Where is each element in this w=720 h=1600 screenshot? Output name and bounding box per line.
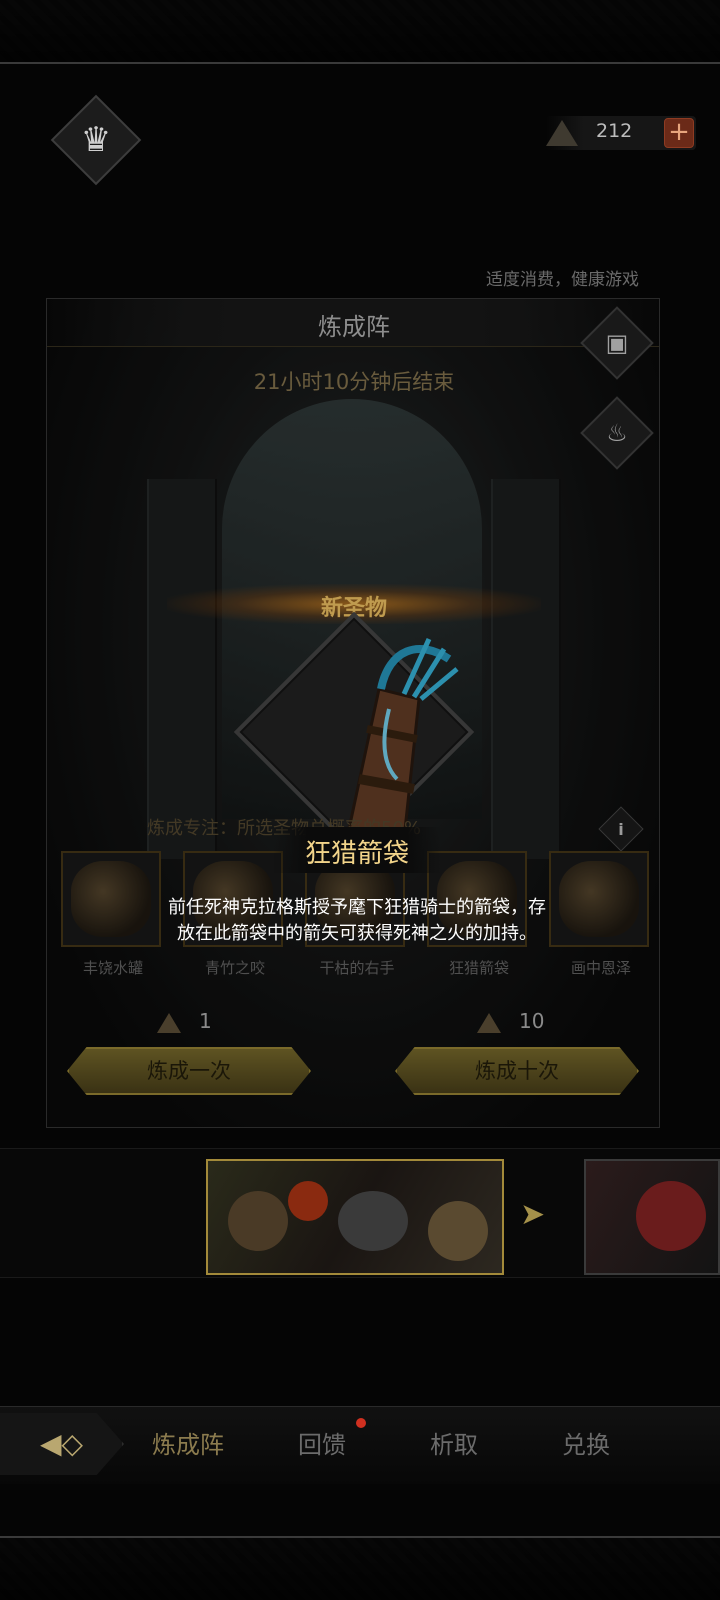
ten-cost-value: 10 (519, 1009, 545, 1033)
chest-icon: ▣ (605, 329, 629, 357)
crown-icon: ♛ (80, 120, 112, 160)
gem-icon (477, 1012, 501, 1033)
chevron-right-icon[interactable]: ➤ (520, 1197, 545, 1232)
banner-current[interactable] (206, 1159, 504, 1275)
gem-icon (157, 1012, 181, 1033)
panel-title-bar: 炼成阵 (47, 299, 659, 347)
featured-relic-name-plate: 狂猎箭袋 (273, 827, 441, 873)
banner-art (636, 1181, 706, 1251)
top-frame (0, 0, 720, 64)
cauldron-icon: ♨ (606, 419, 628, 447)
back-button[interactable]: ◀◇ (0, 1413, 124, 1475)
currency-display: 212 + (546, 116, 696, 150)
crafting-panel: 炼成阵 21小时10分钟后结束 ▣ ♨ 新圣物 炼成专注：所选圣物总概率的50%… (46, 298, 660, 1128)
banner-art (288, 1181, 328, 1221)
info-button[interactable]: i (598, 806, 644, 852)
back-arrow-icon: ◀◇ (40, 1427, 84, 1460)
relic-name: 丰饶水罐 (82, 959, 143, 977)
crown-button[interactable]: ♛ (50, 94, 142, 186)
relic-name: 狂猎箭袋 (448, 959, 509, 977)
description-line: 前任死神克拉格斯授予麾下狂猎骑士的箭袋，存 (168, 897, 546, 918)
background-pillar (147, 479, 217, 859)
banner-carousel: ➤ (0, 1148, 720, 1278)
banner-art (428, 1201, 488, 1261)
featured-relic-description: 前任死神克拉格斯授予麾下狂猎骑士的箭袋，存 放在此箭袋中的箭矢可获得死神之火的加… (107, 895, 607, 947)
info-icon: i (618, 819, 624, 839)
tab-extract[interactable]: 析取 (430, 1425, 478, 1460)
event-countdown: 21小时10分钟后结束 (253, 370, 455, 394)
description-line: 放在此箭袋中的箭矢可获得死神之火的加持。 (177, 923, 537, 944)
tab-exchange[interactable]: 兑换 (562, 1425, 610, 1460)
relic-name: 青竹之咬 (204, 959, 265, 977)
relic-name: 干枯的右手 (319, 959, 395, 977)
ten-cost: 10 (477, 1009, 544, 1033)
gem-icon (546, 120, 578, 146)
cauldron-button[interactable]: ♨ (580, 396, 654, 470)
currency-amount: 212 (596, 120, 633, 142)
healthy-gaming-notice: 适度消费，健康游戏 (486, 270, 639, 290)
banner-art (228, 1191, 288, 1251)
craft-once-button[interactable]: 炼成一次 (67, 1047, 311, 1095)
craft-ten-button[interactable]: 炼成十次 (395, 1047, 639, 1095)
notification-badge (356, 1418, 366, 1428)
tab-crafting[interactable]: 炼成阵 (152, 1425, 224, 1460)
panel-title: 炼成阵 (318, 313, 390, 341)
tab-rewards[interactable]: 回馈 (298, 1425, 346, 1460)
add-currency-button[interactable]: + (664, 118, 694, 148)
banner-art (338, 1191, 408, 1251)
relic-name: 画中恩泽 (570, 959, 631, 977)
single-cost: 1 (157, 1009, 212, 1033)
background-pillar (491, 479, 561, 859)
single-cost-value: 1 (199, 1009, 212, 1033)
bottom-frame (0, 1536, 720, 1600)
featured-relic-name: 狂猎箭袋 (304, 839, 409, 869)
banner-next[interactable] (584, 1159, 720, 1275)
